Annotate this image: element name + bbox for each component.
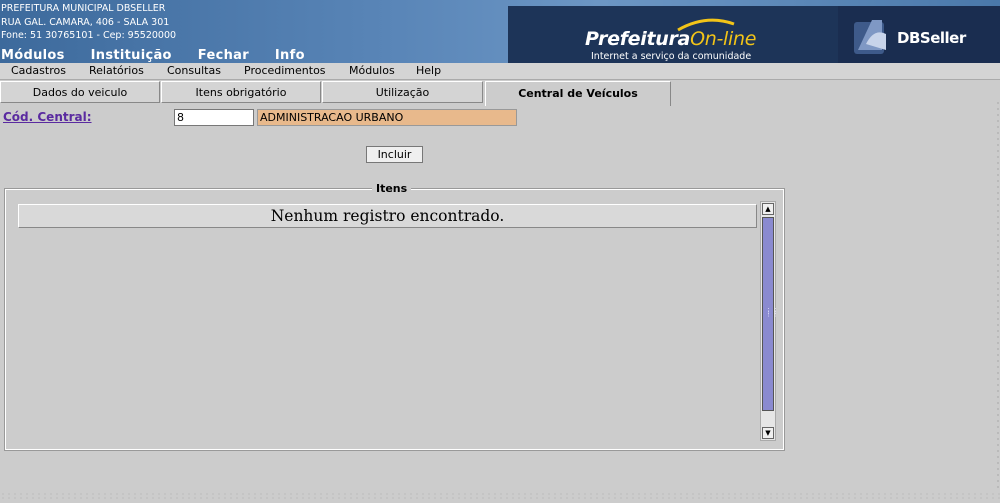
institution-phone: Fone: 51 30765101 - Cep: 95520000 bbox=[1, 30, 177, 41]
tab-dados-do-veiculo[interactable]: Dados do veiculo bbox=[0, 81, 160, 103]
dbseller-emblem-icon bbox=[854, 20, 886, 54]
cod-central-link[interactable]: Cód. Central: bbox=[3, 110, 92, 124]
prefeitura-logo: PrefeituraOn-line bbox=[585, 28, 756, 50]
tab-utilizacao[interactable]: Utilização bbox=[322, 81, 483, 103]
nav-modulos[interactable]: Módulos bbox=[1, 48, 65, 63]
dbseller-logo-text: DBSeller bbox=[897, 29, 966, 47]
bottom-divider bbox=[0, 492, 1000, 500]
nav-info[interactable]: Info bbox=[275, 48, 305, 63]
institution-address: RUA GAL. CAMARA, 406 - SALA 301 bbox=[1, 16, 170, 28]
empty-grid-message: Nenhum registro encontrado. bbox=[18, 204, 757, 228]
items-scrollbar[interactable]: ▲ ⋮⋮ ⋮⋮ ▼ bbox=[760, 201, 779, 441]
top-nav: Módulos Instituição Fechar Info bbox=[0, 48, 331, 63]
menu-bar: Cadastros Relatórios Consultas Procedime… bbox=[0, 63, 1000, 80]
menu-modulos[interactable]: Módulos bbox=[349, 64, 395, 77]
institution-name: PREFEITURA MUNICIPAL DBSELLER bbox=[1, 3, 166, 14]
scroll-up-button[interactable]: ▲ bbox=[762, 203, 774, 215]
tab-central-de-veiculos[interactable]: Central de Veículos bbox=[485, 81, 671, 106]
itens-fieldset bbox=[4, 188, 785, 451]
logo-prefeitura-text: Prefeitura bbox=[585, 28, 691, 50]
tab-itens-obrigatorio[interactable]: Itens obrigatório bbox=[161, 81, 321, 103]
nav-instituicao[interactable]: Instituição bbox=[91, 48, 172, 63]
logo-tagline: Internet a serviço da comunidade bbox=[591, 51, 752, 62]
itens-legend: Itens bbox=[372, 182, 412, 195]
menu-cadastros[interactable]: Cadastros bbox=[11, 64, 66, 77]
institution-info: PREFEITURA MUNICIPAL DBSELLER RUA GAL. C… bbox=[1, 2, 176, 43]
scroll-thumb[interactable]: ⋮⋮ ⋮⋮ bbox=[762, 217, 779, 411]
right-divider bbox=[996, 100, 1000, 490]
nav-fechar[interactable]: Fechar bbox=[198, 48, 249, 63]
grip-icon: ⋮⋮ ⋮⋮ bbox=[765, 307, 779, 318]
scroll-down-button[interactable]: ▼ bbox=[762, 427, 774, 439]
menu-procedimentos[interactable]: Procedimentos bbox=[244, 64, 326, 77]
incluir-button[interactable]: Incluir bbox=[366, 146, 423, 163]
logo-online-text: On-line bbox=[690, 28, 757, 50]
central-description-field bbox=[257, 109, 517, 126]
tab-strip: Dados do veiculo Itens obrigatório Utili… bbox=[0, 80, 1000, 106]
cod-central-input[interactable] bbox=[174, 109, 254, 126]
menu-help[interactable]: Help bbox=[416, 64, 441, 77]
menu-relatorios[interactable]: Relatórios bbox=[89, 64, 144, 77]
menu-consultas[interactable]: Consultas bbox=[167, 64, 221, 77]
